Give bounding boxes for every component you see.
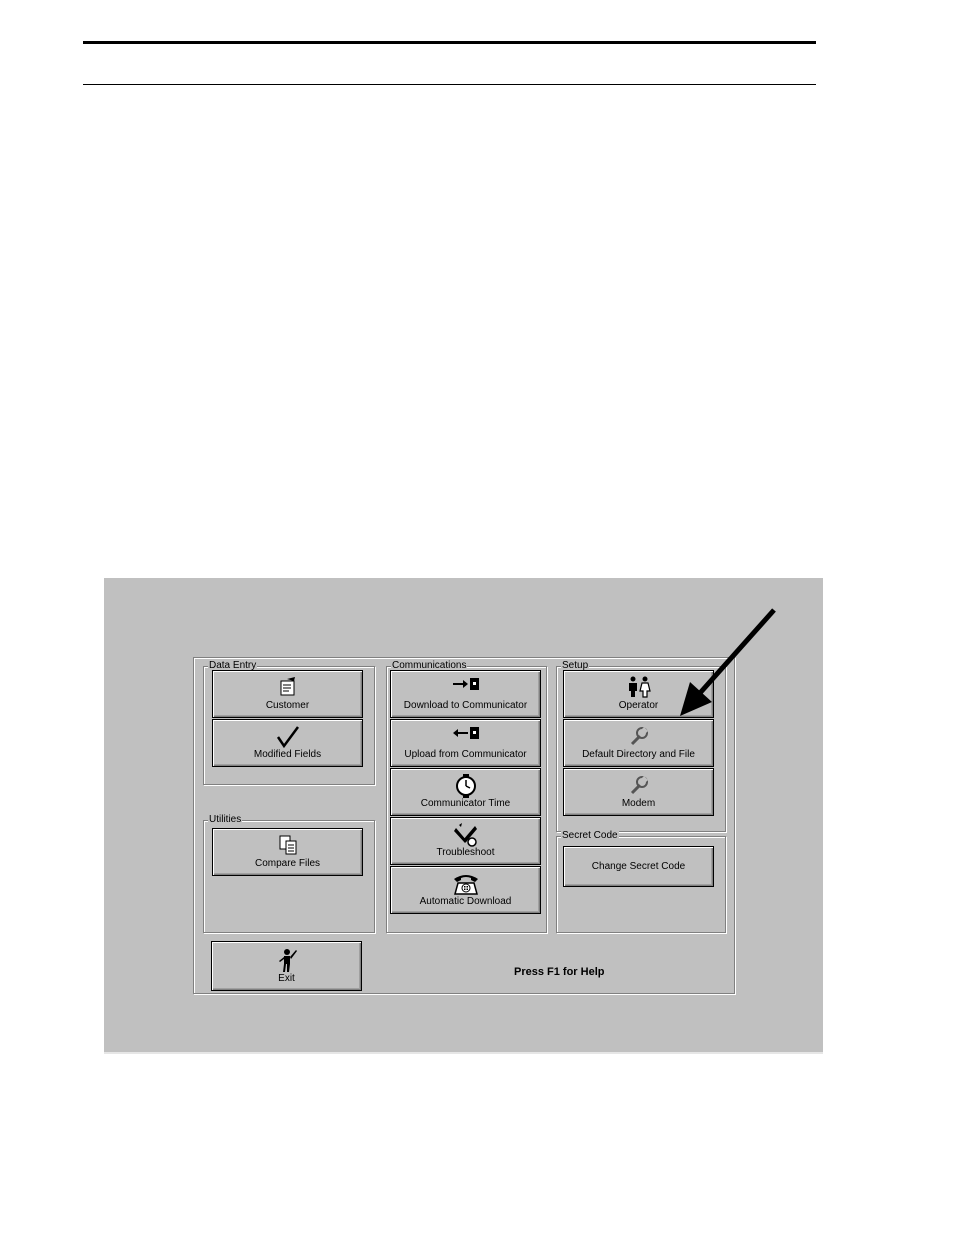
wrench-icon — [630, 775, 648, 795]
compare-files-button[interactable]: Compare Files — [212, 828, 363, 876]
compare-files-label: Compare Files — [254, 858, 321, 869]
help-hint: Press F1 for Help — [514, 966, 605, 978]
download-to-communicator-button[interactable]: Download to Communicator — [390, 670, 541, 718]
troubleshoot-button[interactable]: Troubleshoot — [390, 817, 541, 865]
upload-label: Upload from Communicator — [404, 749, 527, 760]
operator-button[interactable]: Operator — [563, 670, 714, 718]
modem-button[interactable]: Modem — [563, 768, 714, 816]
arrow-left-icon — [452, 727, 479, 739]
data-entry-group: Data Entry Customer Modified Fields — [203, 659, 375, 785]
setup-group: Setup Operator Default Directory and Fil… — [556, 659, 726, 832]
modem-label: Modem — [621, 798, 656, 809]
exit-label: Exit — [278, 973, 295, 984]
wrench-icon — [630, 726, 648, 746]
communicator-time-label: Communicator Time — [420, 798, 511, 809]
communications-group: Communications Download to Communicator … — [386, 659, 547, 933]
notepad-icon — [280, 677, 295, 696]
modified-fields-label: Modified Fields — [253, 749, 322, 760]
upload-from-communicator-button[interactable]: Upload from Communicator — [390, 719, 541, 767]
exit-button[interactable]: Exit — [211, 941, 362, 991]
customer-label: Customer — [265, 700, 310, 711]
operator-label: Operator — [618, 700, 659, 711]
change-secret-code-button[interactable]: Change Secret Code — [563, 846, 714, 887]
troubleshoot-label: Troubleshoot — [436, 847, 495, 858]
person-exit-icon — [278, 949, 297, 972]
arrow-right-icon — [452, 678, 479, 690]
utilities-group: Utilities Compare Files — [203, 813, 375, 933]
telephone-icon — [453, 875, 478, 895]
default-directory-label: Default Directory and File — [582, 749, 695, 760]
automatic-download-button[interactable]: Automatic Download — [390, 866, 541, 914]
customer-button[interactable]: Customer — [212, 670, 363, 718]
modified-fields-button[interactable]: Modified Fields — [212, 719, 363, 767]
download-label: Download to Communicator — [403, 700, 528, 711]
header-rule-thick — [83, 41, 816, 44]
documents-icon — [279, 835, 296, 855]
automatic-download-label: Automatic Download — [419, 896, 512, 907]
checkmark-icon — [276, 726, 299, 749]
change-secret-code-label: Change Secret Code — [591, 861, 686, 872]
default-directory-button[interactable]: Default Directory and File — [563, 719, 714, 767]
clock-icon — [455, 774, 476, 798]
utilities-label: Utilities — [208, 813, 243, 826]
people-icon — [628, 676, 651, 698]
app-window: Data Entry Customer Modified Fields Util… — [104, 578, 823, 1054]
main-menu-panel: Data Entry Customer Modified Fields Util… — [193, 657, 735, 994]
header-rule-thin — [83, 84, 816, 85]
communicator-time-button[interactable]: Communicator Time — [390, 768, 541, 816]
tools-icon — [453, 823, 477, 847]
secret-code-group: Secret Code Change Secret Code — [556, 829, 726, 933]
secret-code-label: Secret Code — [561, 829, 619, 842]
